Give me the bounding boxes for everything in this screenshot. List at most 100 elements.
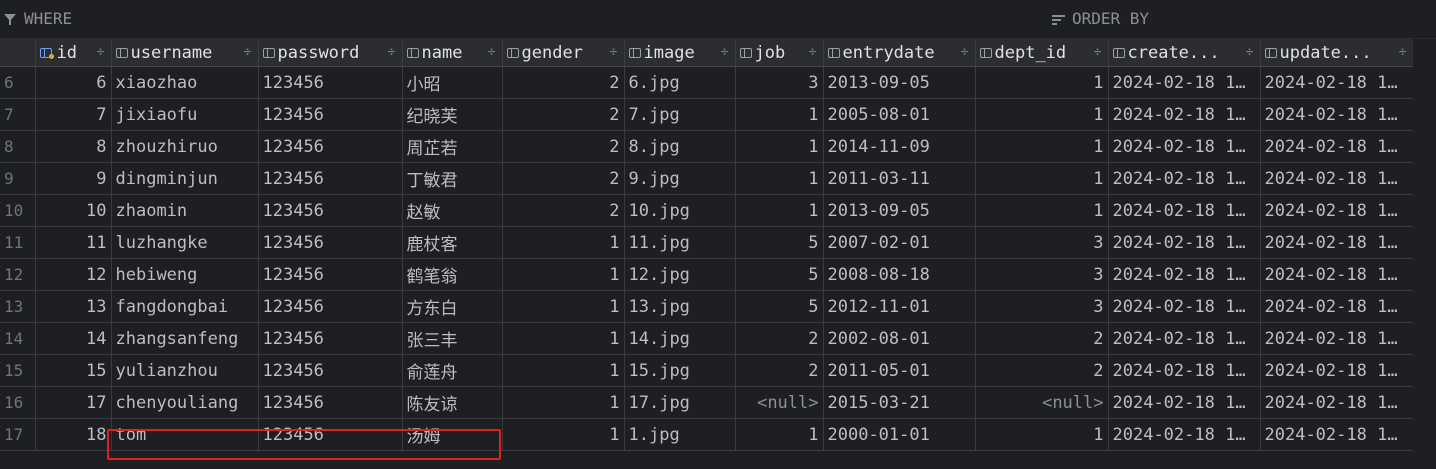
cell-id[interactable]: 12 <box>35 258 112 291</box>
cell-update[interactable]: 2024-02-18 1… <box>1260 290 1414 323</box>
cell-name[interactable]: 张三丰 <box>402 322 503 355</box>
cell-job[interactable]: 5 <box>735 258 824 291</box>
cell-gender[interactable]: 1 <box>502 354 625 387</box>
cell-id[interactable]: 14 <box>35 322 112 355</box>
sort-toggle-icon[interactable]: ÷ <box>488 45 498 60</box>
cell-image[interactable]: 12.jpg <box>624 258 736 291</box>
table-row[interactable]: 16 17 chenyouliang 123456 陈友谅 1 17.jpg <null> 20… <box>0 386 1414 419</box>
cell-username[interactable]: fangdongbai <box>111 290 259 323</box>
cell-entrydate[interactable]: 2013-09-05 <box>823 66 976 99</box>
cell-create[interactable]: 2024-02-18 1… <box>1108 66 1261 99</box>
cell-entrydate[interactable]: 2005-08-01 <box>823 98 976 131</box>
cell-gender[interactable]: 2 <box>502 66 625 99</box>
cell-entrydate[interactable]: 2015-03-21 <box>823 386 976 419</box>
row-number[interactable]: 11 <box>0 226 36 259</box>
sort-toggle-icon[interactable]: ÷ <box>809 45 819 60</box>
cell-dept_id[interactable]: 1 <box>975 66 1109 99</box>
table-row[interactable]: 17 18 tom 123456 汤姆 1 1.jpg 1 2000-01-01 1 2024-02… <box>0 418 1414 451</box>
cell-job[interactable]: 1 <box>735 130 824 163</box>
cell-job[interactable]: <null> <box>735 386 824 419</box>
cell-image[interactable]: 17.jpg <box>624 386 736 419</box>
cell-id[interactable]: 6 <box>35 66 112 99</box>
cell-create[interactable]: 2024-02-18 1… <box>1108 386 1261 419</box>
cell-password[interactable]: 123456 <box>258 418 403 451</box>
cell-image[interactable]: 8.jpg <box>624 130 736 163</box>
cell-image[interactable]: 7.jpg <box>624 98 736 131</box>
where-filter[interactable]: WHERE <box>4 9 72 28</box>
cell-image[interactable]: 14.jpg <box>624 322 736 355</box>
cell-dept_id[interactable]: 1 <box>975 418 1109 451</box>
cell-gender[interactable]: 1 <box>502 258 625 291</box>
cell-username[interactable]: dingminjun <box>111 162 259 195</box>
cell-job[interactable]: 1 <box>735 418 824 451</box>
cell-create[interactable]: 2024-02-18 1… <box>1108 226 1261 259</box>
sort-toggle-icon[interactable]: ÷ <box>97 45 107 60</box>
table-row[interactable]: 6 6 xiaozhao 123456 小昭 2 6.jpg 3 2013-09-05 1 2024… <box>0 66 1414 99</box>
cell-create[interactable]: 2024-02-18 1… <box>1108 418 1261 451</box>
table-row[interactable]: 11 11 luzhangke 123456 鹿杖客 1 11.jpg 5 2007-02-01… <box>0 226 1414 259</box>
cell-id[interactable]: 7 <box>35 98 112 131</box>
cell-dept_id[interactable]: 2 <box>975 354 1109 387</box>
sort-toggle-icon[interactable]: ÷ <box>1246 45 1256 60</box>
column-header-create[interactable]: create... ÷ <box>1108 39 1261 67</box>
cell-name[interactable]: 赵敏 <box>402 194 503 227</box>
cell-job[interactable]: 2 <box>735 322 824 355</box>
cell-image[interactable]: 15.jpg <box>624 354 736 387</box>
cell-image[interactable]: 10.jpg <box>624 194 736 227</box>
cell-name[interactable]: 周芷若 <box>402 130 503 163</box>
cell-update[interactable]: 2024-02-18 1… <box>1260 322 1414 355</box>
cell-gender[interactable]: 1 <box>502 290 625 323</box>
cell-job[interactable]: 3 <box>735 66 824 99</box>
cell-password[interactable]: 123456 <box>258 162 403 195</box>
cell-job[interactable]: 5 <box>735 290 824 323</box>
cell-dept_id[interactable]: 1 <box>975 162 1109 195</box>
table-row[interactable]: 14 14 zhangsanfeng 123456 张三丰 1 14.jpg 2 2002-08… <box>0 322 1414 355</box>
cell-job[interactable]: 1 <box>735 98 824 131</box>
cell-entrydate[interactable]: 2012-11-01 <box>823 290 976 323</box>
cell-update[interactable]: 2024-02-18 1… <box>1260 66 1414 99</box>
cell-password[interactable]: 123456 <box>258 194 403 227</box>
cell-create[interactable]: 2024-02-18 1… <box>1108 354 1261 387</box>
cell-name[interactable]: 小昭 <box>402 66 503 99</box>
cell-entrydate[interactable]: 2011-03-11 <box>823 162 976 195</box>
column-header-username[interactable]: username ÷ <box>111 39 259 67</box>
cell-create[interactable]: 2024-02-18 1… <box>1108 322 1261 355</box>
column-header-image[interactable]: image ÷ <box>624 39 736 67</box>
cell-job[interactable]: 1 <box>735 194 824 227</box>
row-number[interactable]: 15 <box>0 354 36 387</box>
row-number[interactable]: 10 <box>0 194 36 227</box>
sort-toggle-icon[interactable]: ÷ <box>244 45 254 60</box>
sort-toggle-icon[interactable]: ÷ <box>388 45 398 60</box>
cell-id[interactable]: 10 <box>35 194 112 227</box>
row-number[interactable]: 16 <box>0 386 36 419</box>
column-header-password[interactable]: password ÷ <box>258 39 403 67</box>
cell-update[interactable]: 2024-02-18 1… <box>1260 226 1414 259</box>
sort-toggle-icon[interactable]: ÷ <box>961 45 971 60</box>
cell-id[interactable]: 11 <box>35 226 112 259</box>
cell-username[interactable]: zhangsanfeng <box>111 322 259 355</box>
cell-update[interactable]: 2024-02-18 1… <box>1260 354 1414 387</box>
cell-username[interactable]: zhaomin <box>111 194 259 227</box>
cell-name[interactable]: 丁敏君 <box>402 162 503 195</box>
cell-update[interactable]: 2024-02-18 1… <box>1260 98 1414 131</box>
column-header-id[interactable]: id ÷ <box>35 39 112 67</box>
cell-name[interactable]: 方东白 <box>402 290 503 323</box>
cell-password[interactable]: 123456 <box>258 322 403 355</box>
cell-username[interactable]: zhouzhiruo <box>111 130 259 163</box>
table-row[interactable]: 9 9 dingminjun 123456 丁敏君 2 9.jpg 1 2011-03-11 1 2… <box>0 162 1414 195</box>
cell-gender[interactable]: 1 <box>502 386 625 419</box>
row-number[interactable]: 12 <box>0 258 36 291</box>
column-header-update[interactable]: update... ÷ <box>1260 39 1414 67</box>
table-row[interactable]: 7 7 jixiaofu 123456 纪晓芙 2 7.jpg 1 2005-08-01 1 202… <box>0 98 1414 131</box>
cell-create[interactable]: 2024-02-18 1… <box>1108 194 1261 227</box>
cell-update[interactable]: 2024-02-18 1… <box>1260 162 1414 195</box>
cell-create[interactable]: 2024-02-18 1… <box>1108 98 1261 131</box>
cell-id[interactable]: 9 <box>35 162 112 195</box>
row-number[interactable]: 9 <box>0 162 36 195</box>
cell-username[interactable]: xiaozhao <box>111 66 259 99</box>
cell-create[interactable]: 2024-02-18 1… <box>1108 258 1261 291</box>
cell-gender[interactable]: 2 <box>502 130 625 163</box>
table-row[interactable]: 13 13 fangdongbai 123456 方东白 1 13.jpg 5 2012-11-… <box>0 290 1414 323</box>
cell-username[interactable]: hebiweng <box>111 258 259 291</box>
column-header-name[interactable]: name ÷ <box>402 39 503 67</box>
